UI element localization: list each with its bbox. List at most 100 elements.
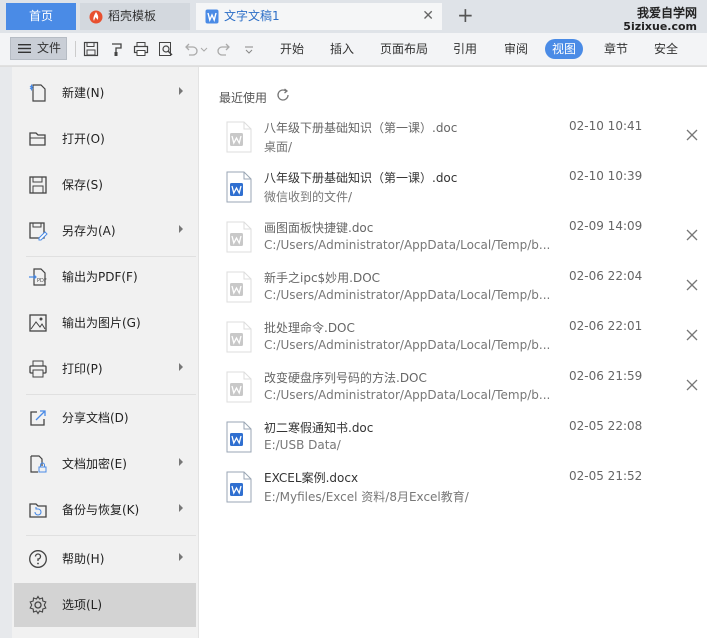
recent-file-date: 02-06 22:01 (569, 319, 643, 333)
word-doc-icon (226, 371, 252, 403)
brand-name: 我爱自学网 (636, 6, 697, 20)
undo-icon[interactable] (183, 41, 199, 57)
recent-file-row[interactable]: 新手之ipc$妙用.DOC C:/Users/Administrator/AppD… (222, 267, 702, 317)
tab-document-label: 文字文稿1 (224, 9, 280, 23)
word-doc-icon (226, 171, 252, 203)
format-painter-icon[interactable] (109, 41, 125, 57)
recent-file-name: 八年级下册基础知识（第一课）.doc (264, 171, 458, 185)
wps-writer-window: 首页 稻壳模板 文字文稿1 ✕ + 我爱自学网 5izixue.com 文件 开… (0, 0, 707, 638)
menu-item-options[interactable]: 选项(L) (14, 583, 196, 627)
menu-divider (26, 535, 196, 536)
tab-review[interactable]: 审阅 (504, 33, 528, 65)
menu-item-save[interactable]: 保存(S) (14, 163, 196, 207)
menu-item-help[interactable]: 帮助(H) (14, 537, 196, 581)
tab-insert[interactable]: 插入 (330, 33, 354, 65)
tab-template-label: 稻壳模板 (108, 9, 157, 23)
menu-item-open[interactable]: 打开(O) (14, 117, 196, 161)
recent-file-name: 批处理命令.DOC (264, 321, 355, 335)
menu-item-label: 备份与恢复(K) (62, 503, 140, 517)
remove-from-list-icon[interactable] (686, 329, 698, 341)
tab-document[interactable]: 文字文稿1 ✕ (196, 3, 442, 30)
file-menu-label: 文件 (37, 41, 62, 55)
refresh-icon[interactable] (276, 88, 290, 102)
chevron-right-icon (179, 87, 183, 95)
new-tab-button[interactable]: + (457, 4, 474, 26)
menu-item-backup[interactable]: 备份与恢复(K) (14, 488, 196, 532)
writer-doc-icon (205, 9, 219, 24)
menu-item-save-as[interactable]: 另存为(A) (14, 209, 196, 253)
recent-file-name: 画图面板快捷键.doc (264, 221, 374, 235)
menu-item-print[interactable]: 打印(P) (14, 347, 196, 391)
recent-file-path: C:/Users/Administrator/AppData/Local/Tem… (264, 388, 551, 402)
word-doc-icon (226, 271, 252, 303)
docer-flame-icon (89, 10, 103, 24)
chevron-right-icon (179, 225, 183, 233)
recent-file-date: 02-10 10:41 (569, 119, 643, 133)
tab-home[interactable]: 首页 (6, 3, 76, 30)
save-as-icon (29, 222, 48, 241)
print-icon (29, 360, 47, 378)
tab-start[interactable]: 开始 (280, 33, 304, 65)
encrypt-icon (30, 455, 47, 473)
recent-file-row[interactable]: 画图面板快捷键.doc C:/Users/Administrator/AppDat… (222, 217, 702, 267)
recent-file-date: 02-10 10:39 (569, 169, 643, 183)
quick-access-dropdown-icon[interactable] (243, 41, 255, 57)
tab-page-layout[interactable]: 页面布局 (380, 33, 428, 65)
chevron-right-icon (179, 504, 183, 512)
tab-chapter[interactable]: 章节 (604, 33, 628, 65)
menu-item-encrypt[interactable]: 文档加密(E) (14, 442, 196, 486)
recent-file-name: 新手之ipc$妙用.DOC (264, 271, 381, 285)
recent-file-row[interactable]: EXCEL案例.docx E:/Myfiles/Excel 资料/8月Excel教… (222, 467, 702, 517)
menu-item-label: 输出为图片(G) (62, 316, 141, 330)
menu-item-label: 文档加密(E) (62, 457, 127, 471)
menu-item-export-pdf[interactable]: PDF 输出为PDF(F) (14, 255, 196, 299)
remove-from-list-icon[interactable] (686, 129, 698, 141)
menu-item-label: 打开(O) (62, 132, 105, 146)
save-icon[interactable] (83, 41, 99, 57)
print-icon[interactable] (133, 41, 149, 57)
chevron-right-icon (179, 553, 183, 561)
recent-file-date: 02-06 21:59 (569, 369, 643, 383)
print-preview-icon[interactable] (158, 41, 174, 57)
file-menu-button[interactable]: 文件 (10, 37, 67, 60)
tab-view[interactable]: 视图 (545, 39, 584, 59)
tab-home-label: 首页 (28, 9, 53, 23)
close-icon[interactable]: ✕ (422, 3, 434, 30)
recent-file-name: EXCEL案例.docx (264, 471, 359, 485)
recent-file-row[interactable]: 初二寒假通知书.doc E:/USB Data/02-05 22:08 (222, 417, 702, 467)
tab-references[interactable]: 引用 (453, 33, 477, 65)
export-pdf-icon: PDF (29, 268, 47, 286)
remove-from-list-icon[interactable] (686, 379, 698, 391)
gear-icon (29, 595, 47, 615)
undo-dropdown-icon[interactable] (200, 41, 208, 57)
menu-item-new[interactable]: 新建(N) (14, 71, 196, 115)
recent-file-row[interactable]: 八年级下册基础知识（第一课）.doc 微信收到的文件/02-10 10:39 (222, 167, 702, 217)
toolbar: 文件 开始 插入 页面布局 引用 审阅 视图 章节 安全 (0, 33, 707, 66)
word-doc-icon (226, 321, 252, 353)
menu-item-share[interactable]: 分享文档(D) (14, 396, 196, 440)
tab-template[interactable]: 稻壳模板 (80, 3, 190, 30)
brand-domain: 5izixue.com (623, 20, 697, 33)
hamburger-icon (18, 44, 31, 53)
remove-from-list-icon[interactable] (686, 229, 698, 241)
menu-divider (26, 394, 196, 395)
file-menu-panel: 新建(N) 打开(O) 保存(S) 另存为(A) PDF 输出为PDF(F) 输… (0, 66, 707, 638)
remove-from-list-icon[interactable] (686, 279, 698, 291)
recent-file-name: 八年级下册基础知识（第一课）.doc (264, 121, 458, 135)
recent-file-path: C:/Users/Administrator/AppData/Local/Tem… (264, 288, 551, 302)
redo-icon[interactable] (216, 41, 232, 57)
word-doc-icon (226, 471, 252, 503)
menu-item-label: 选项(L) (62, 598, 103, 612)
save-icon (29, 176, 47, 194)
tab-security[interactable]: 安全 (654, 33, 678, 65)
recent-file-path: 微信收到的文件/ (264, 190, 353, 204)
recent-file-row[interactable]: 批处理命令.DOC C:/Users/Administrator/AppData/… (222, 317, 702, 367)
chevron-right-icon (179, 458, 183, 466)
recent-file-row[interactable]: 改变硬盘序列号码的方法.DOC C:/Users/Administrator/Ap… (222, 367, 702, 417)
open-folder-icon (29, 132, 46, 146)
svg-text:PDF: PDF (37, 278, 47, 284)
toolbar-divider (75, 41, 76, 57)
export-image-icon (29, 314, 47, 332)
recent-file-row[interactable]: 八年级下册基础知识（第一课）.doc 桌面/02-10 10:41 (222, 117, 702, 167)
menu-item-export-image[interactable]: 输出为图片(G) (14, 301, 196, 345)
